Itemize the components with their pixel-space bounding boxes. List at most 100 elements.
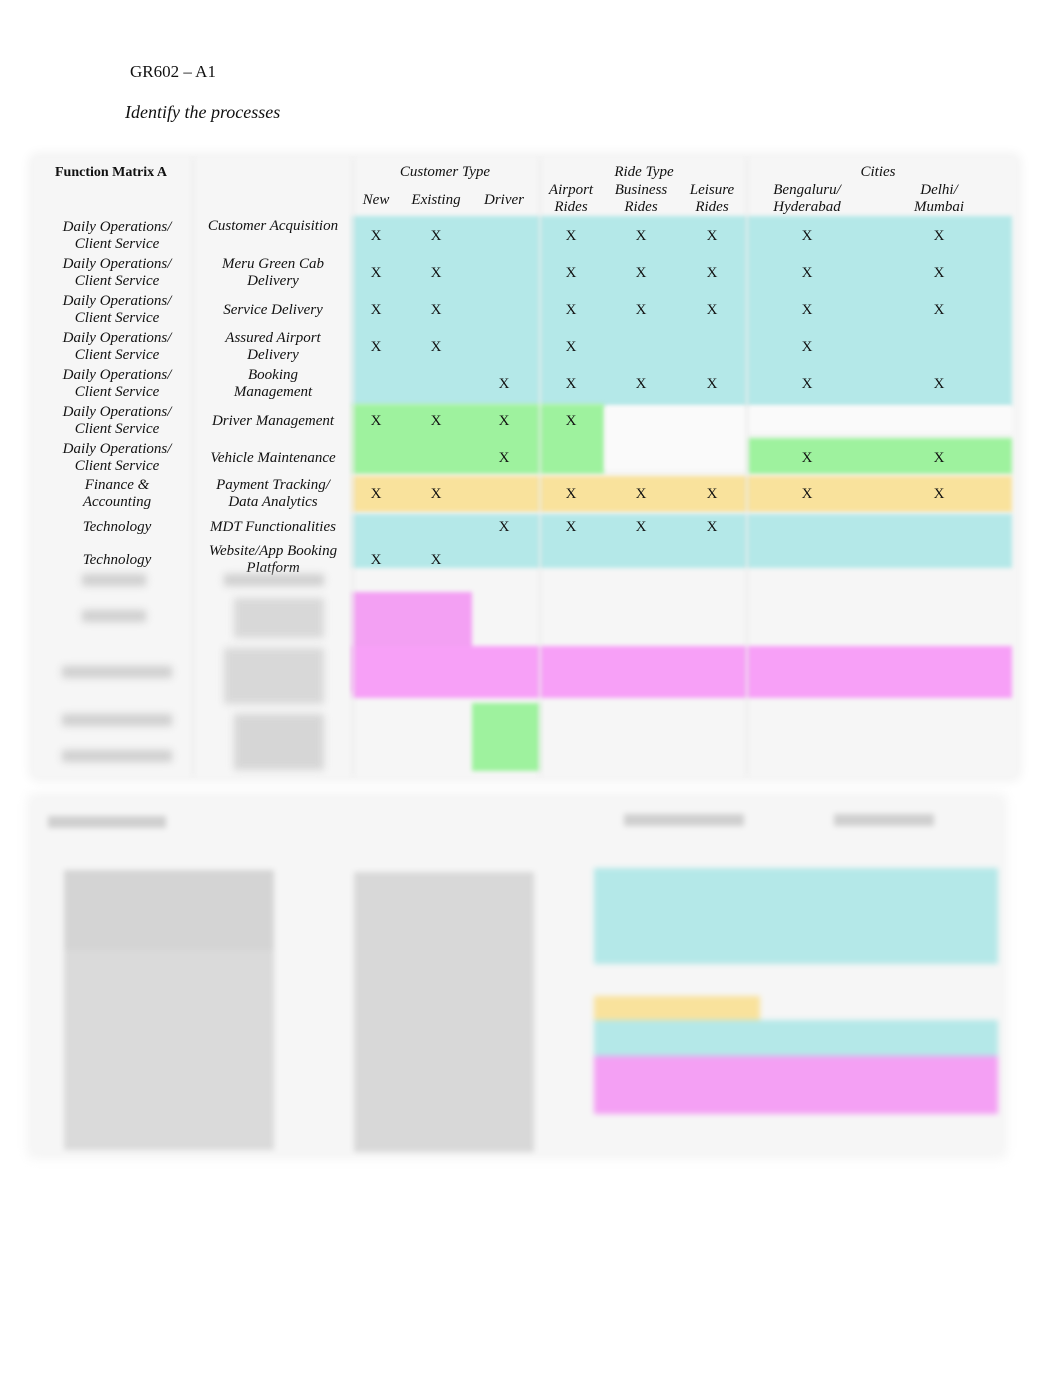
mark-cell: X — [933, 227, 945, 244]
process-cell: Booking Management — [198, 366, 348, 402]
mark-cell: X — [565, 412, 577, 429]
mark-cell: X — [933, 375, 945, 392]
band-magenta-wide — [352, 646, 1012, 698]
function-cell: Daily Operations/Client Service — [34, 255, 200, 291]
function-text: Client Service — [74, 384, 160, 400]
mark-cell — [538, 542, 604, 578]
process-cell: MDT Functionalities — [198, 514, 348, 540]
mark-cell — [678, 403, 746, 439]
mark-cell — [868, 542, 1010, 578]
col-header-existing: Existing — [411, 191, 461, 208]
process-cell: Customer Acquisition — [198, 218, 348, 254]
col-header-business-line2: Rides — [624, 199, 658, 215]
col-header-delhi-mumbai: Delhi/ Mumbai — [868, 180, 1010, 218]
col-header-airport-line2: Rides — [554, 199, 588, 215]
col-header-bengaluru-line2: Hyderabad — [773, 199, 841, 215]
mark-cell: X — [430, 338, 442, 355]
mark-cell — [678, 542, 746, 578]
mark-cell — [352, 440, 400, 476]
mark-cell: X — [565, 227, 577, 244]
mark-cell — [352, 514, 400, 540]
mark-cell: X — [635, 518, 647, 535]
mark-cell — [606, 329, 676, 365]
col-header-delhi-line1: Delhi/ — [920, 182, 958, 198]
function-text: Client Service — [74, 347, 160, 363]
process-text: Data Analytics — [228, 494, 318, 510]
process-text: Booking — [248, 367, 298, 383]
mark-cell — [606, 542, 676, 578]
mark-cell: X — [933, 449, 945, 466]
function-text: Finance & — [84, 477, 150, 493]
col-header-leisure: Leisure Rides — [678, 180, 746, 218]
col-header-leisure-line2: Rides — [695, 199, 729, 215]
mark-cell: X — [706, 301, 718, 318]
mark-cell — [868, 514, 1010, 540]
function-text: Daily Operations/ — [62, 330, 172, 346]
document-subtitle: Identify the processes — [125, 102, 281, 122]
mark-cell — [472, 476, 536, 512]
mark-cell — [748, 542, 866, 578]
process-text: Delivery — [247, 347, 299, 363]
mark-cell: X — [801, 301, 813, 318]
function-text: Technology — [82, 518, 152, 535]
mark-cell: X — [801, 449, 813, 466]
function-matrix-b-obscured — [34, 800, 1000, 1152]
mark-cell: X — [370, 338, 382, 355]
function-cell: Daily Operations/Client Service — [34, 329, 200, 365]
process-text: Driver Management — [211, 412, 335, 429]
col-header-bengaluru-hyderabad: Bengaluru/ Hyderabad — [748, 180, 866, 218]
col-header-business: Business Rides — [606, 180, 676, 218]
col-header-airport: Airport Rides — [538, 180, 604, 218]
process-text: Delivery — [247, 273, 299, 289]
function-text: Client Service — [74, 236, 160, 252]
mark-cell: X — [933, 485, 945, 502]
mark-cell — [868, 329, 1010, 365]
mark-cell — [678, 329, 746, 365]
mark-cell — [606, 403, 676, 439]
process-cell: Driver Management — [198, 403, 348, 439]
mark-cell: X — [565, 338, 577, 355]
mark-cell: X — [370, 301, 382, 318]
mark-cell: X — [706, 485, 718, 502]
process-text: Management — [233, 384, 313, 400]
function-text: Client Service — [74, 458, 160, 474]
process-cell: Assured Airport Delivery — [198, 329, 348, 365]
mark-cell: X — [635, 301, 647, 318]
mark-cell: X — [498, 449, 510, 466]
col-header-business-line1: Business — [614, 182, 668, 198]
mark-cell: X — [430, 412, 442, 429]
mark-cell — [748, 514, 866, 540]
mark-cell: X — [801, 264, 813, 281]
function-cell: Daily Operations/Client Service — [34, 440, 200, 476]
mark-cell: X — [635, 264, 647, 281]
mark-cell: X — [498, 518, 510, 535]
mark-cell: X — [370, 264, 382, 281]
process-text: Website/App Booking — [208, 543, 338, 559]
mark-cell — [472, 218, 536, 254]
function-text: Daily Operations/ — [62, 404, 172, 420]
group-header-cities: Cities — [860, 163, 896, 180]
function-cell: Daily Operations/Client Service — [34, 292, 200, 328]
matrix-title: Function Matrix A — [55, 164, 167, 180]
mark-cell: X — [706, 518, 718, 535]
mark-cell: X — [933, 301, 945, 318]
function-text: Client Service — [74, 421, 160, 437]
mark-cell: X — [706, 375, 718, 392]
mark-cell: X — [565, 518, 577, 535]
mark-cell: X — [933, 264, 945, 281]
function-text: Client Service — [74, 310, 160, 326]
mark-cell: X — [801, 338, 813, 355]
process-text: Vehicle Maintenance — [210, 449, 336, 466]
mark-cell — [472, 329, 536, 365]
process-cell: Payment Tracking/Data Analytics — [198, 476, 348, 512]
mark-cell: X — [635, 485, 647, 502]
document-code: GR602 – A1 — [130, 62, 216, 81]
function-cell: Daily Operations/Client Service — [34, 366, 200, 402]
function-text: Daily Operations/ — [62, 441, 172, 457]
mark-cell — [402, 366, 470, 402]
mark-cell — [472, 292, 536, 328]
col-header-airport-line1: Airport — [548, 182, 594, 198]
process-cell: Service Delivery — [198, 292, 348, 328]
group-header-ride-type: Ride Type — [614, 163, 674, 180]
mark-cell: X — [430, 551, 442, 568]
